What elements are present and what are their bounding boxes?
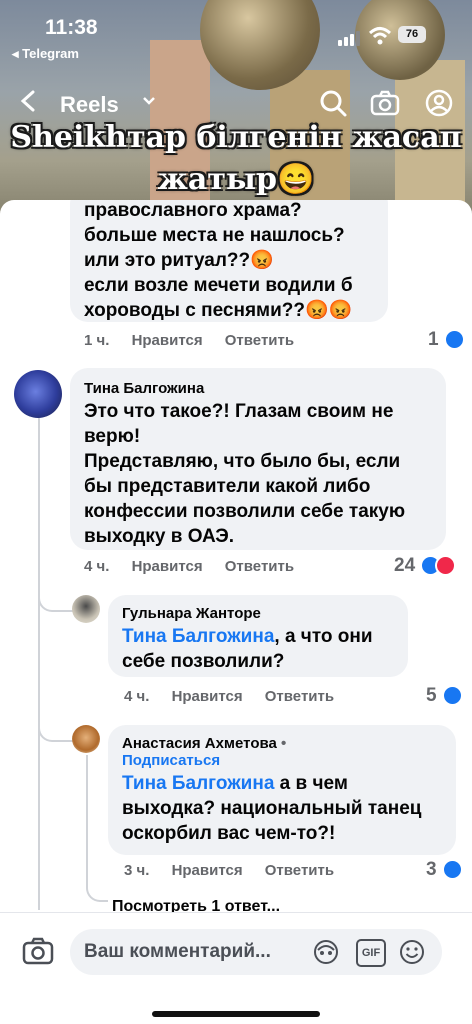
back-to-telegram-link[interactable]: ◂ Telegram xyxy=(12,46,79,62)
reply-link[interactable]: Ответить xyxy=(225,558,294,575)
comment-input[interactable]: Ваш комментарий... GIF xyxy=(70,929,442,975)
camera-icon[interactable] xyxy=(370,88,400,118)
reels-top-bar: Reels xyxy=(0,84,472,124)
thread-connector xyxy=(38,710,74,742)
separator-dot: • xyxy=(276,735,287,752)
comment-author[interactable]: Тина Балгожина xyxy=(70,368,446,397)
comments-sheet: православного храма? больше места не наш… xyxy=(0,200,472,1024)
like-link[interactable]: Нравится xyxy=(172,688,243,705)
comment-meta: 1 ч. Нравится Ответить xyxy=(84,332,312,349)
chevron-down-icon[interactable] xyxy=(142,96,156,106)
like-link[interactable]: Нравится xyxy=(172,862,243,879)
reaction-count-value: 24 xyxy=(394,555,416,576)
status-bar: 11:38 ◂ Telegram 76 xyxy=(0,12,472,61)
comment-line: оскорбил вас чем-то?! xyxy=(122,823,336,844)
thread-line xyxy=(86,755,88,885)
comment-line: выходку в ОАЭ. xyxy=(84,526,235,547)
mention-link[interactable]: Тина Балгожина xyxy=(122,773,274,794)
reaction-count-value: 3 xyxy=(426,859,437,880)
comment-line: или это ритуал??😡 xyxy=(84,250,274,271)
like-reaction-icon xyxy=(441,859,463,881)
reply-bubble[interactable]: Гульнара Жанторе Тина Балгожина, а что о… xyxy=(108,595,408,677)
reaction-count[interactable]: 5 xyxy=(426,685,463,707)
reel-caption-line-2: жатыр😄 xyxy=(157,162,315,197)
comment-line: православного храма? xyxy=(84,200,302,221)
comment-line: Это что такое?! Глазам своим не xyxy=(84,401,394,422)
like-reaction-icon xyxy=(441,685,463,707)
comment-time: 3 ч. xyxy=(124,862,150,879)
thread-line xyxy=(38,410,40,910)
like-link[interactable]: Нравится xyxy=(132,558,203,575)
thread-connector xyxy=(86,880,108,902)
comment-bubble[interactable]: Тина Балгожина Это что такое?! Глазам св… xyxy=(70,368,446,550)
comment-line: себе позволили? xyxy=(122,651,285,672)
avatar[interactable] xyxy=(14,370,62,418)
wifi-icon xyxy=(368,27,392,45)
status-time: 11:38 xyxy=(45,16,98,39)
avatar-sticker-icon[interactable] xyxy=(312,938,340,966)
camera-icon[interactable] xyxy=(22,937,54,965)
search-icon[interactable] xyxy=(318,88,348,118)
reel-caption-line-1: Sheikhтар білгенін жасап xyxy=(10,120,462,155)
comment-author[interactable]: Анастасия Ахметова xyxy=(122,735,277,752)
comment-meta: 4 ч. Нравится Ответить xyxy=(124,688,352,705)
follow-link[interactable]: Подписаться xyxy=(108,752,456,769)
avatar[interactable] xyxy=(72,595,100,623)
reply-link[interactable]: Ответить xyxy=(265,862,334,879)
comment-line: если возле мечети водили б xyxy=(84,275,353,296)
comment-author-row: Анастасия Ахметова • xyxy=(108,725,456,752)
comment-meta: 4 ч. Нравится Ответить xyxy=(84,558,312,575)
like-link[interactable]: Нравится xyxy=(132,332,203,349)
heart-reaction-icon xyxy=(435,555,457,577)
emoji-icon[interactable] xyxy=(398,938,426,966)
signal-icon xyxy=(338,31,360,46)
comment-time: 4 ч. xyxy=(124,688,150,705)
comment-time: 1 ч. xyxy=(84,332,110,349)
reaction-count[interactable]: 1 xyxy=(428,329,465,351)
reaction-count-value: 5 xyxy=(426,685,437,706)
comment-line: верю! xyxy=(84,426,141,447)
reaction-count[interactable]: 24 xyxy=(394,555,457,577)
reaction-count[interactable]: 3 xyxy=(426,859,463,881)
comment-line: бы представители какой либо xyxy=(84,476,371,497)
comment-input-placeholder: Ваш комментарий... xyxy=(84,941,271,962)
comment-author[interactable]: Гульнара Жанторе xyxy=(108,595,408,622)
comment-line: конфессии позволили себе такую xyxy=(84,501,406,522)
gif-button[interactable]: GIF xyxy=(356,939,386,967)
home-indicator xyxy=(152,1011,320,1017)
mention-link[interactable]: Тина Балгожина xyxy=(122,626,274,647)
comment-meta: 3 ч. Нравится Ответить xyxy=(124,862,352,879)
back-chevron-icon[interactable] xyxy=(18,90,40,112)
battery-indicator: 76 xyxy=(398,26,426,43)
reply-bubble[interactable]: Анастасия Ахметова • Подписаться Тина Ба… xyxy=(108,725,456,855)
comment-composer: Ваш комментарий... GIF xyxy=(0,912,472,1024)
avatar[interactable] xyxy=(72,725,100,753)
comment-line: больше места не нашлось? xyxy=(84,225,345,246)
comment-line: хороводы с песнями??😡😡 xyxy=(84,300,353,321)
reels-title[interactable]: Reels xyxy=(60,92,119,118)
reply-link[interactable]: Ответить xyxy=(225,332,294,349)
comment-text: , а что они xyxy=(274,626,373,647)
comment-text: а в чем xyxy=(274,773,348,794)
comment-line: Представляю, что было бы, если xyxy=(84,451,401,472)
comment-bubble[interactable]: православного храма? больше места не наш… xyxy=(70,200,388,322)
comment-line: выходка? национальный танец xyxy=(122,798,422,819)
reaction-count-value: 1 xyxy=(428,329,439,350)
comment-time: 4 ч. xyxy=(84,558,110,575)
like-reaction-icon xyxy=(443,329,465,351)
thread-connector xyxy=(38,580,74,612)
profile-icon[interactable] xyxy=(424,88,454,118)
reply-link[interactable]: Ответить xyxy=(265,688,334,705)
